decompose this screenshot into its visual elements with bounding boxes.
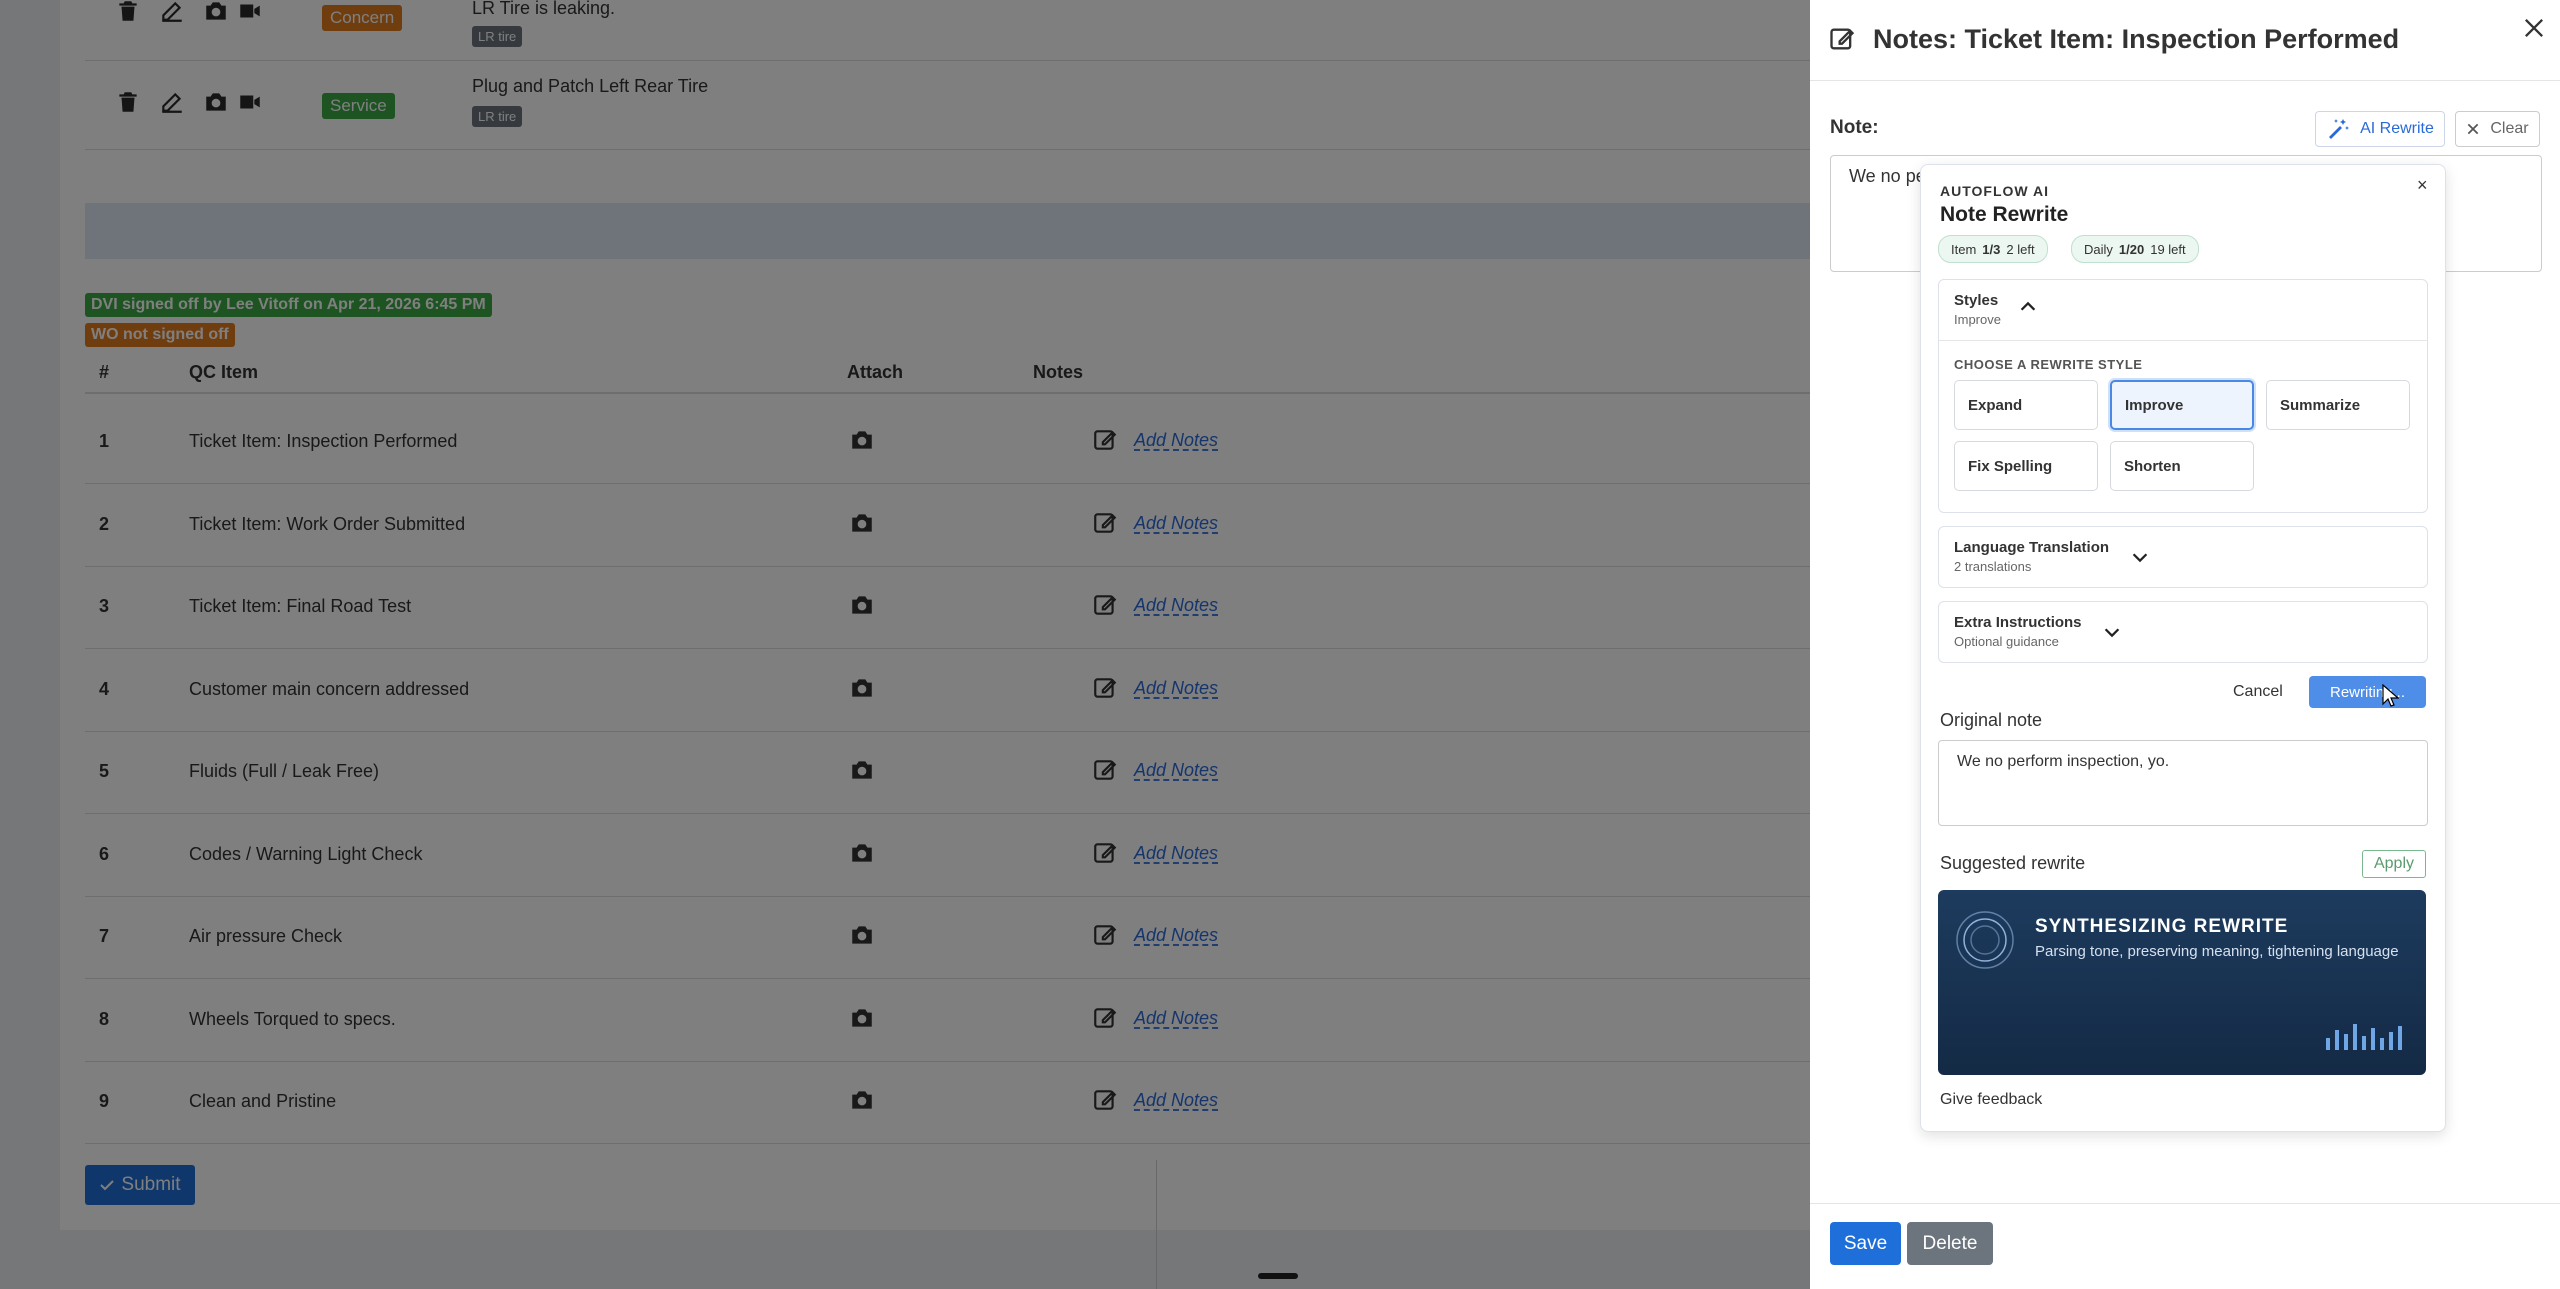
extra-title: Extra Instructions xyxy=(1954,614,2082,631)
divider xyxy=(1939,340,2427,341)
chevron-down-icon xyxy=(2132,553,2148,563)
ai-rewrite-button[interactable]: AI Rewrite xyxy=(2315,111,2445,147)
magic-wand-icon xyxy=(2329,119,2350,139)
item-usage-label: Item xyxy=(1951,241,1977,257)
edit-note-icon xyxy=(1830,28,1855,50)
original-note-text: We no perform inspection, yo. xyxy=(1957,753,2170,770)
daily-usage-left: 19 left xyxy=(2150,241,2186,257)
popover-close-button[interactable]: × xyxy=(2417,175,2428,196)
translation-subtitle: 2 translations xyxy=(1954,559,2032,574)
item-usage-left: 2 left xyxy=(2006,241,2035,257)
language-translation-section[interactable]: Language Translation 2 translations xyxy=(1938,526,2428,588)
panel-title: Notes: Ticket Item: Inspection Performed xyxy=(1873,24,2400,54)
note-text: We no pe xyxy=(1849,166,1926,186)
apply-button[interactable]: Apply xyxy=(2362,850,2426,878)
rewrite-button[interactable]: Rewriting... xyxy=(2309,676,2426,708)
extra-instructions-section[interactable]: Extra Instructions Optional guidance xyxy=(1938,601,2428,663)
clear-label: Clear xyxy=(2490,120,2529,137)
clear-button[interactable]: Clear xyxy=(2455,111,2540,147)
chevron-up-icon xyxy=(2020,301,2036,311)
ai-rewrite-label: AI Rewrite xyxy=(2360,120,2434,137)
styles-title: Styles xyxy=(1954,292,1999,309)
extra-subtitle: Optional guidance xyxy=(1954,634,2059,649)
style-option-fix-spelling[interactable]: Fix Spelling xyxy=(1954,441,2098,491)
close-icon[interactable] xyxy=(2520,14,2548,42)
original-note-label: Original note xyxy=(1940,710,2043,730)
styles-toggle[interactable]: Styles Improve xyxy=(1939,280,2427,340)
divider xyxy=(1810,80,2560,81)
styles-section: Styles Improve CHOOSE A REWRITE STYLE Ex… xyxy=(1938,279,2428,513)
give-feedback-link[interactable]: Give feedback xyxy=(1940,1091,2042,1109)
synth-subtitle: Parsing tone, preserving meaning, tighte… xyxy=(2035,943,2399,960)
popover-title: Note Rewrite xyxy=(1940,203,2069,226)
cancel-button[interactable]: Cancel xyxy=(2233,683,2283,701)
chevron-down-icon xyxy=(2104,628,2120,638)
style-option-improve[interactable]: Improve xyxy=(2110,380,2254,430)
choose-style-label: CHOOSE A REWRITE STYLE xyxy=(1954,357,2143,372)
style-option-expand[interactable]: Expand xyxy=(1954,380,2098,430)
note-label: Note: xyxy=(1830,117,1879,138)
mouse-cursor-icon xyxy=(2382,684,2399,707)
item-usage-pill: Item 1/3 2 left xyxy=(1938,235,2048,263)
daily-usage-pill: Daily 1/20 19 left xyxy=(2071,235,2199,263)
item-usage-count: 1/3 xyxy=(1982,241,2001,257)
delete-button[interactable]: Delete xyxy=(1907,1222,1993,1265)
popover-kicker: AUTOFLOW AI xyxy=(1940,183,2049,199)
daily-usage-label: Daily xyxy=(2084,241,2113,257)
original-note-textarea[interactable]: We no perform inspection, yo. xyxy=(1938,740,2428,826)
suggested-rewrite-label: Suggested rewrite xyxy=(1940,853,2086,873)
modal-backdrop[interactable] xyxy=(0,0,1810,1289)
synthesizing-panel: SYNTHESIZING REWRITE Parsing tone, prese… xyxy=(1938,890,2426,1075)
style-option-summarize[interactable]: Summarize xyxy=(2266,380,2410,430)
daily-usage-count: 1/20 xyxy=(2118,241,2145,257)
radar-icon xyxy=(1956,911,2014,969)
styles-subtitle: Improve xyxy=(1954,312,2001,327)
save-button[interactable]: Save xyxy=(1830,1222,1901,1265)
synth-title: SYNTHESIZING REWRITE xyxy=(2035,916,2289,937)
close-icon xyxy=(2468,123,2479,135)
audio-bars-icon xyxy=(2326,1024,2402,1050)
ai-rewrite-popover: AUTOFLOW AI Note Rewrite × Item 1/3 2 le… xyxy=(1920,164,2446,1132)
style-option-shorten[interactable]: Shorten xyxy=(2110,441,2254,491)
translation-title: Language Translation xyxy=(1954,539,2110,556)
divider xyxy=(1810,1203,2560,1204)
